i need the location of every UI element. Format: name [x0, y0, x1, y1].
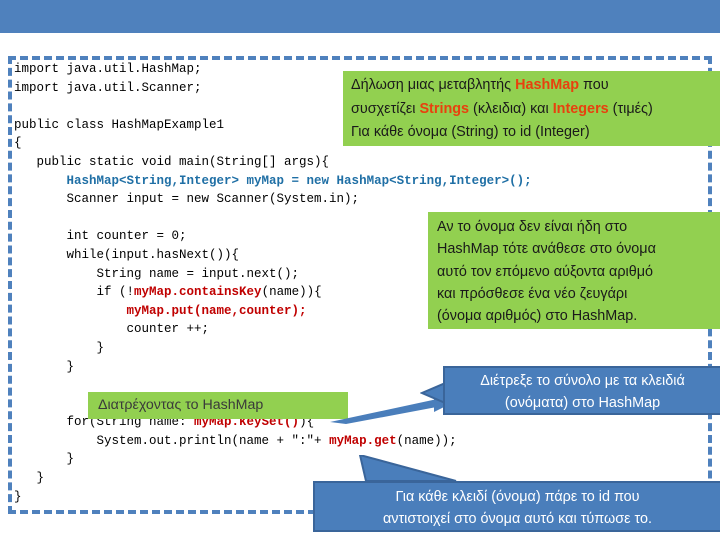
note-line-3: αυτό τον επόμενο αύξοντα αριθμό — [437, 263, 654, 280]
code-token: if (! — [14, 285, 135, 300]
note-text: (κλειδια) και — [469, 100, 553, 117]
callout-line-1: Διέτρεξε το σύνολο με τα κλειδιά — [480, 373, 685, 389]
label-traversing-hashmap: Διατρέχοντας το HashMap — [88, 392, 348, 419]
code-line: HashMap<String,Integer> myMap = new Hash… — [14, 172, 714, 191]
code-token: import java.util.HashMap; — [14, 62, 202, 76]
code-token: } — [14, 359, 75, 374]
code-token: (name)); — [396, 433, 457, 448]
code-token: int counter = 0; — [14, 229, 187, 244]
note-line-1: Δήλωση μιας μεταβλητής HashMap που — [351, 74, 720, 98]
code-token: } — [14, 489, 22, 504]
note-highlight-strings: Strings — [419, 100, 470, 117]
code-token: while(input.hasNext()){ — [14, 247, 240, 262]
note-text: (τιμές) — [608, 100, 653, 117]
note-line-4: και πρόσθεσε ένα νέο ζευγάρι — [437, 285, 628, 302]
code-line: Scanner input = new Scanner(System.in); — [14, 190, 714, 209]
code-token-highlight: HashMap<String,Integer> myMap = new Hash… — [66, 173, 532, 188]
code-token: } — [14, 471, 45, 486]
code-token: import java.util.Scanner; — [14, 80, 202, 95]
code-token-highlight: myMap.containsKey — [134, 285, 262, 300]
note-line-2: HashMap τότε ανάθεσε στο όνομα — [437, 241, 656, 258]
note-line-3: Για κάθε όνομα (String) το id (Integer) — [351, 124, 590, 140]
callout-get-id: Για κάθε κλειδί (όνομα) πάρε το id που α… — [313, 481, 720, 532]
code-token-highlight: myMap.get — [329, 433, 397, 448]
code-token: System.out.println(name + ":"+ — [14, 433, 330, 448]
note-text: συσχετίζει — [351, 100, 420, 117]
code-token: (name)){ — [261, 285, 322, 300]
code-line: System.out.println(name + ":"+ myMap.get… — [14, 432, 714, 451]
code-token: String name = input.next(); — [14, 266, 300, 281]
note-hashmap-declaration: Δήλωση μιας μεταβλητής HashMap που συσχε… — [343, 71, 720, 146]
callout-line-1: Για κάθε κλειδί (όνομα) πάρε το id που — [395, 489, 640, 505]
note-highlight-hashmap: HashMap — [515, 77, 580, 93]
slide-canvas: import java.util.HashMap; import java.uti… — [0, 0, 720, 540]
label-text: Διατρέχοντας το HashMap — [98, 397, 264, 413]
callout-line-2: (ονόματα) στο HashMap — [504, 395, 661, 411]
code-token: } — [14, 452, 75, 467]
code-token: public static void main(String[] args){ — [14, 154, 330, 169]
note-line-5: (όνομα αριθμός) στο HashMap. — [437, 308, 638, 325]
note-highlight-integers: Integers — [552, 100, 609, 117]
callout-traverse-keyset: Διέτρεξε το σύνολο με τα κλειδιά (ονόματ… — [443, 366, 720, 415]
note-text: Δήλωση μιας μεταβλητής — [351, 77, 516, 93]
note-if-not-exists: Αν το όνομα δεν είναι ήδη στο HashMap τό… — [428, 212, 720, 329]
title-bar-decoration — [0, 0, 720, 33]
note-line-1: Αν το όνομα δεν είναι ήδη στο — [437, 219, 628, 235]
code-token: public class HashMapExample1 — [14, 117, 225, 132]
note-line-2: συσχετίζει Strings (κλειδια) και Integer… — [351, 98, 720, 122]
code-line: public static void main(String[] args){ — [14, 153, 714, 172]
code-token-highlight: myMap.put(name,counter); — [126, 303, 307, 318]
code-line: } — [14, 339, 714, 358]
callout-line-2: αντιστοιχεί στο όνομα αυτό και τύπωσε το… — [382, 511, 652, 527]
code-token: counter ++; — [14, 322, 210, 337]
code-token: Scanner input = new Scanner(System.in); — [14, 192, 360, 207]
code-token: } — [14, 340, 105, 355]
code-token: { — [14, 136, 22, 151]
note-text: που — [579, 77, 609, 93]
